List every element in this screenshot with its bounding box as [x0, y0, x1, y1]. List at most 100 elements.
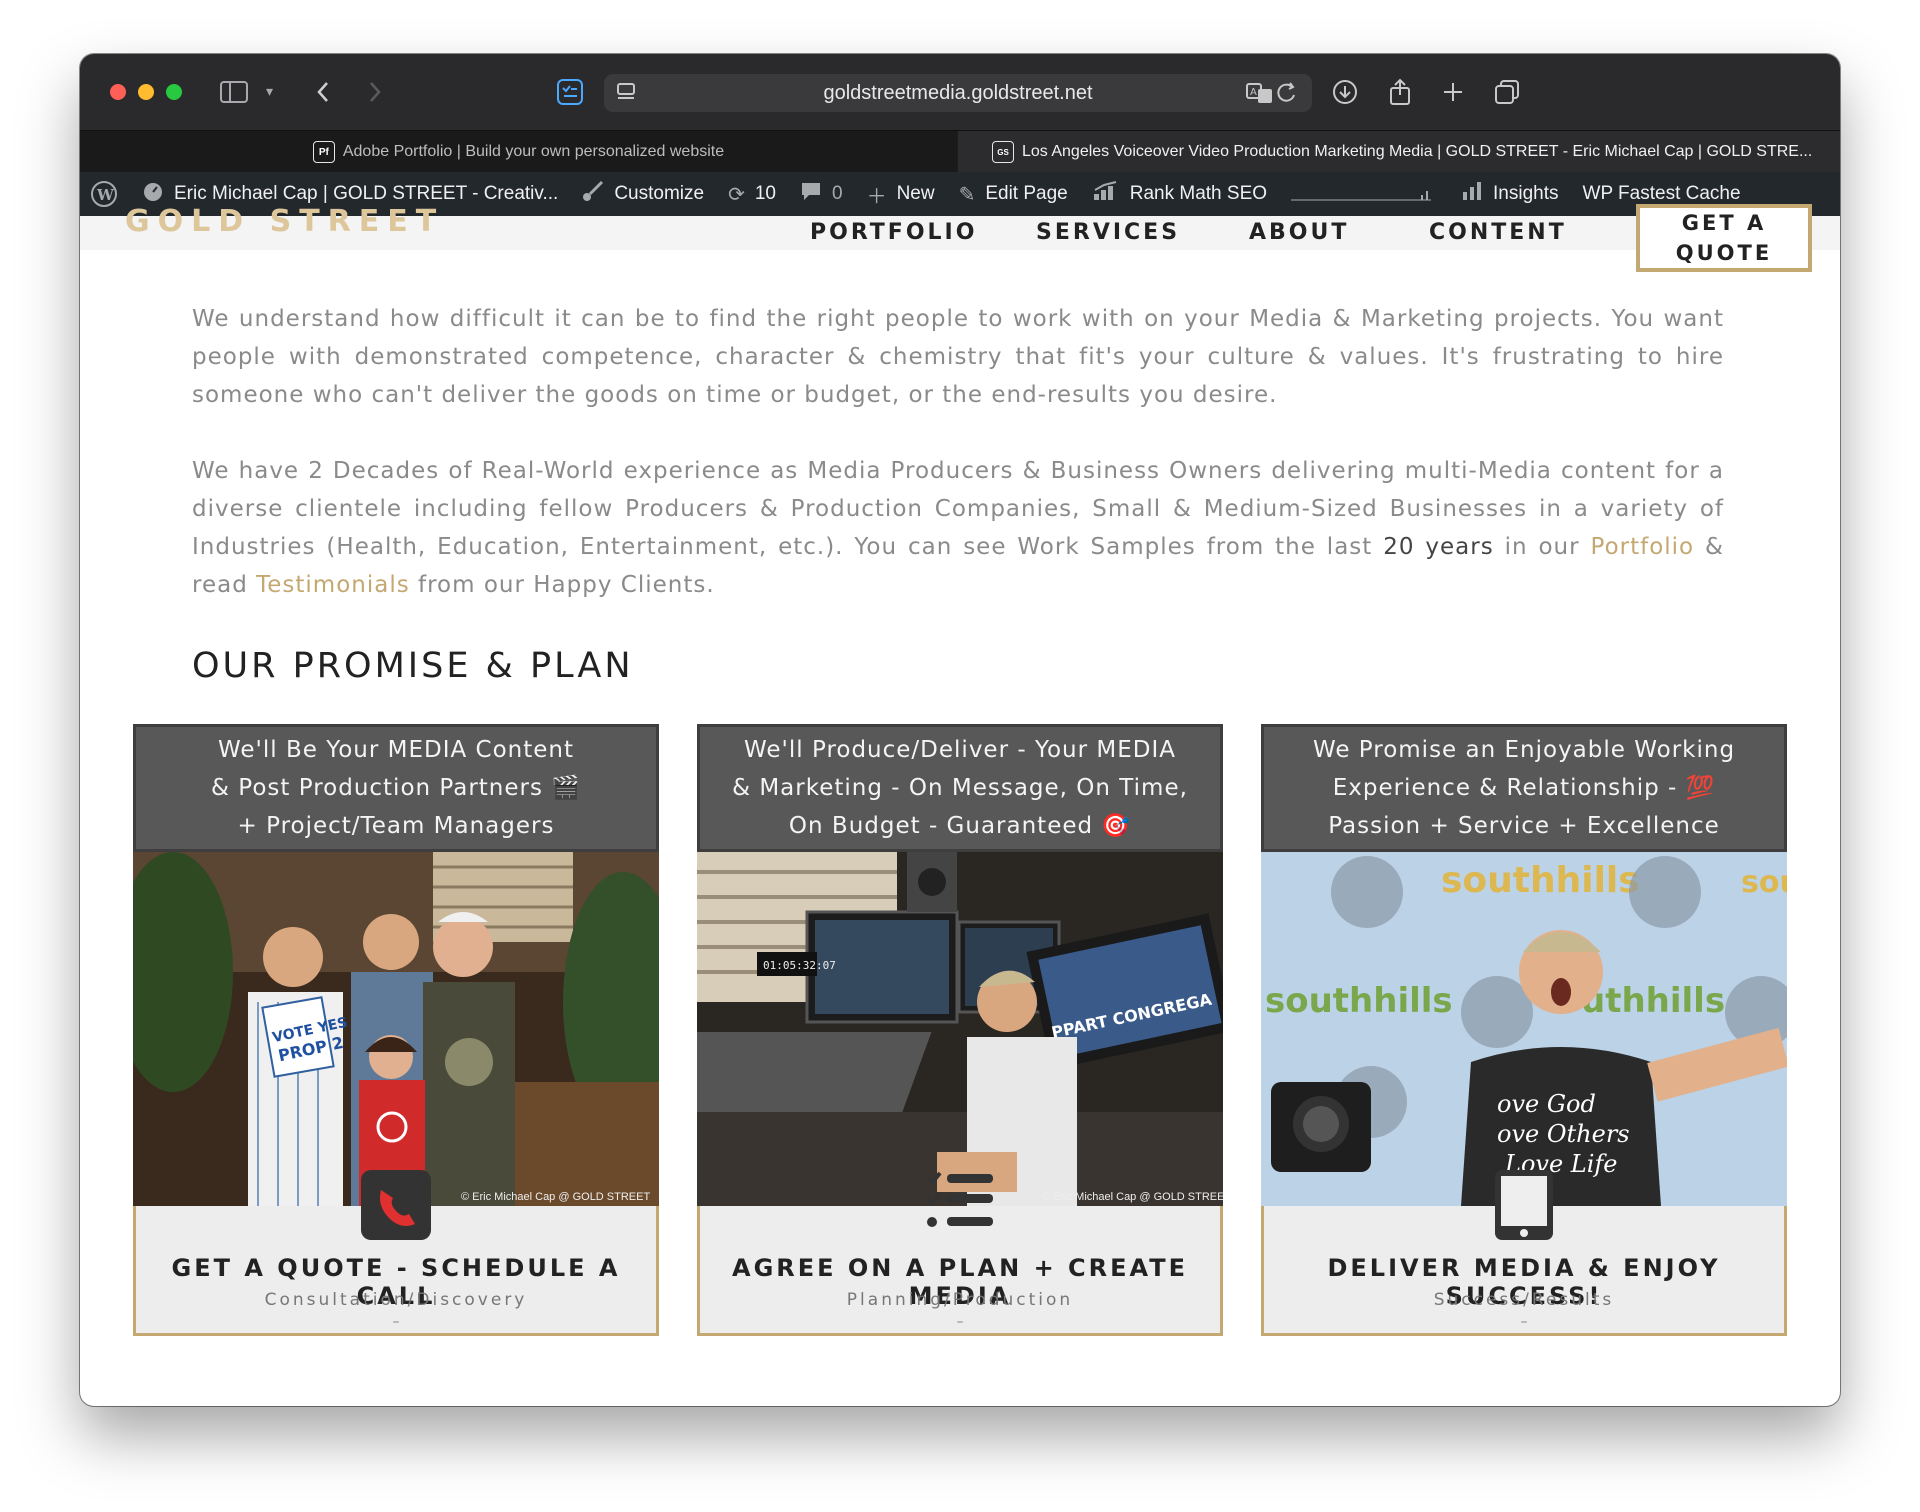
get-a-quote-button[interactable]: GET A QUOTE — [1636, 204, 1812, 272]
comments-count: 0 — [831, 183, 843, 204]
intro-text: from our Happy Clients. — [409, 572, 715, 598]
nav-portfolio[interactable]: PORTFOLIO — [810, 220, 977, 245]
customize-label: Customize — [614, 183, 705, 204]
svg-text:ove Others: ove Others — [1497, 1120, 1630, 1148]
svg-text:ove God: ove God — [1497, 1090, 1596, 1118]
comment-bubble-icon — [800, 180, 822, 208]
adobe-portfolio-favicon: Pf — [312, 141, 335, 163]
svg-text:uthhills: uthhills — [1581, 981, 1725, 1021]
translate-icon[interactable]: A — [1246, 81, 1298, 111]
get-a-quote-label: GET A QUOTE — [1675, 211, 1773, 265]
phone-icon — [359, 1168, 433, 1242]
svg-text:W: W — [96, 186, 115, 204]
admin-customize[interactable]: Customize — [582, 180, 704, 208]
download-icon[interactable] — [1332, 74, 1358, 110]
rank-math-icon — [1092, 180, 1120, 208]
share-icon[interactable] — [1388, 74, 1412, 110]
wp-fastest-cache-label: WP Fastest Cache — [1582, 183, 1741, 204]
rank-math-label: Rank Math SEO — [1129, 183, 1268, 204]
card-header-line: + Project/Team Managers — [237, 813, 555, 839]
extension-icon[interactable] — [556, 74, 584, 110]
tab-title: Los Angeles Voiceover Video Production M… — [1022, 143, 1813, 160]
card-dash: – — [392, 1314, 400, 1330]
portfolio-link[interactable]: Portfolio — [1591, 534, 1695, 560]
tab-gold-street[interactable]: GS Los Angeles Voiceover Video Productio… — [958, 131, 1840, 173]
promise-card-plan: We'll Produce/Deliver - Your MEDIA & Mar… — [697, 724, 1223, 1336]
nav-content[interactable]: CONTENT — [1429, 220, 1567, 245]
checklist-icon — [923, 1168, 997, 1242]
site-logo[interactable]: GOLD STREET — [125, 204, 444, 239]
card-subtitle: Consultation/Discovery — [264, 1290, 528, 1310]
svg-text:01:05:32:07: 01:05:32:07 — [763, 959, 836, 972]
card-header-line: Passion + Service + Excellence — [1328, 813, 1720, 839]
nav-about[interactable]: ABOUT — [1249, 220, 1349, 245]
svg-text:sou: sou — [1741, 865, 1787, 900]
intro-text: in our — [1493, 534, 1591, 560]
tab-adobe-portfolio[interactable]: Pf Adobe Portfolio | Build your own pers… — [80, 131, 957, 173]
card-dash: – — [956, 1314, 964, 1330]
section-title: OUR PROMISE & PLAN — [192, 646, 634, 686]
tab-overview-icon[interactable] — [1494, 74, 1520, 110]
admin-insights[interactable]: Insights — [1461, 180, 1559, 208]
card-dash: – — [1520, 1314, 1528, 1330]
brush-icon — [582, 180, 604, 208]
card-header-line: We Promise an Enjoyable Working — [1312, 737, 1736, 763]
admin-rank-math[interactable]: Rank Math SEO — [1092, 180, 1267, 208]
svg-text:southhills: southhills — [1265, 981, 1453, 1021]
svg-text:southhills: southhills — [1441, 860, 1640, 901]
edit-page-label: Edit Page — [985, 183, 1068, 204]
address-bar[interactable]: goldstreetmedia.goldstreet.net A — [604, 74, 1312, 112]
card-header-line: We'll Produce/Deliver - Your MEDIA — [744, 737, 1176, 763]
pencil-icon: ✎ — [958, 183, 976, 206]
tablet-icon — [1487, 1168, 1561, 1242]
insights-label: Insights — [1493, 183, 1559, 204]
sidebar-toggle-icon[interactable] — [220, 74, 248, 110]
card-subtitle: Planning/Production — [846, 1290, 1074, 1310]
intro-paragraph-1: We understand how difficult it can be to… — [192, 306, 1724, 408]
chevron-down-icon[interactable]: ▾ — [266, 74, 273, 110]
tab-title: Adobe Portfolio | Build your own persona… — [342, 143, 725, 160]
forward-arrow-icon[interactable] — [368, 74, 382, 110]
admin-updates[interactable]: ⟳ 10 — [728, 182, 776, 207]
svg-text:A: A — [1250, 87, 1257, 98]
admin-new[interactable]: ＋ New — [867, 180, 935, 209]
browser-window: ▾ goldstreetmedia.goldstreet.net A Pf Ad… — [80, 54, 1840, 1406]
card-header: We'll Produce/Deliver - Your MEDIA & Mar… — [697, 724, 1223, 852]
team-photo: VOTE YES PROP 2 © Eric Michael Cap @ GOL… — [133, 852, 659, 1206]
url-text: goldstreetmedia.goldstreet.net — [823, 81, 1093, 104]
promise-card-quote: We'll Be Your MEDIA Content & Post Produ… — [133, 724, 659, 1336]
wordpress-logo-icon[interactable]: W — [90, 180, 118, 208]
card-header-line: On Budget - Guaranteed 🎯 — [788, 813, 1132, 839]
event-photo: southhills southhills uthhills sou — [1261, 852, 1787, 1206]
testimonials-link[interactable]: Testimonials — [256, 572, 410, 598]
card-header-line: & Post Production Partners 🎬 — [211, 775, 581, 801]
page-menu-icon[interactable] — [616, 82, 638, 108]
card-subtitle: Success/Results — [1433, 1290, 1615, 1310]
bar-chart-icon — [1461, 180, 1483, 208]
nav-services[interactable]: SERVICES — [1036, 220, 1180, 245]
back-arrow-icon[interactable] — [316, 74, 330, 110]
admin-site-name-label: Eric Michael Cap | GOLD STREET - Creativ… — [174, 183, 559, 204]
gold-street-favicon: GS — [992, 141, 1014, 163]
refresh-icon: ⟳ — [728, 183, 745, 206]
photo-watermark: © Eric Michael Cap @ GOLD STREET — [461, 1191, 650, 1203]
tab-bar: Pf Adobe Portfolio | Build your own pers… — [80, 130, 1840, 173]
plus-icon: ＋ — [866, 185, 887, 208]
browser-toolbar: ▾ goldstreetmedia.goldstreet.net A — [80, 54, 1840, 130]
card-header-line: We'll Be Your MEDIA Content — [218, 737, 574, 763]
card-header-line: & Marketing - On Message, On Time, — [732, 775, 1188, 801]
minimize-window-button[interactable] — [138, 84, 154, 100]
stats-sparkline[interactable] — [1291, 187, 1432, 201]
promise-card-deliver: We Promise an Enjoyable Working Experien… — [1261, 724, 1787, 1336]
zoom-window-button[interactable] — [166, 84, 182, 100]
admin-wp-fastest-cache[interactable]: WP Fastest Cache — [1583, 183, 1741, 205]
close-window-button[interactable] — [110, 84, 126, 100]
new-label: New — [896, 183, 935, 204]
studio-photo: 01:05:32:07 PPART CONGREGA © Eric Michae… — [697, 852, 1223, 1206]
card-header: We Promise an Enjoyable Working Experien… — [1261, 724, 1787, 852]
new-tab-icon[interactable] — [1442, 74, 1464, 110]
card-header: We'll Be Your MEDIA Content & Post Produ… — [133, 724, 659, 852]
admin-edit-page[interactable]: ✎ Edit Page — [959, 182, 1068, 207]
photo-watermark: © Eric Michael Cap @ GOLD STREET — [1042, 1191, 1223, 1203]
admin-comments[interactable]: 0 — [800, 180, 843, 208]
